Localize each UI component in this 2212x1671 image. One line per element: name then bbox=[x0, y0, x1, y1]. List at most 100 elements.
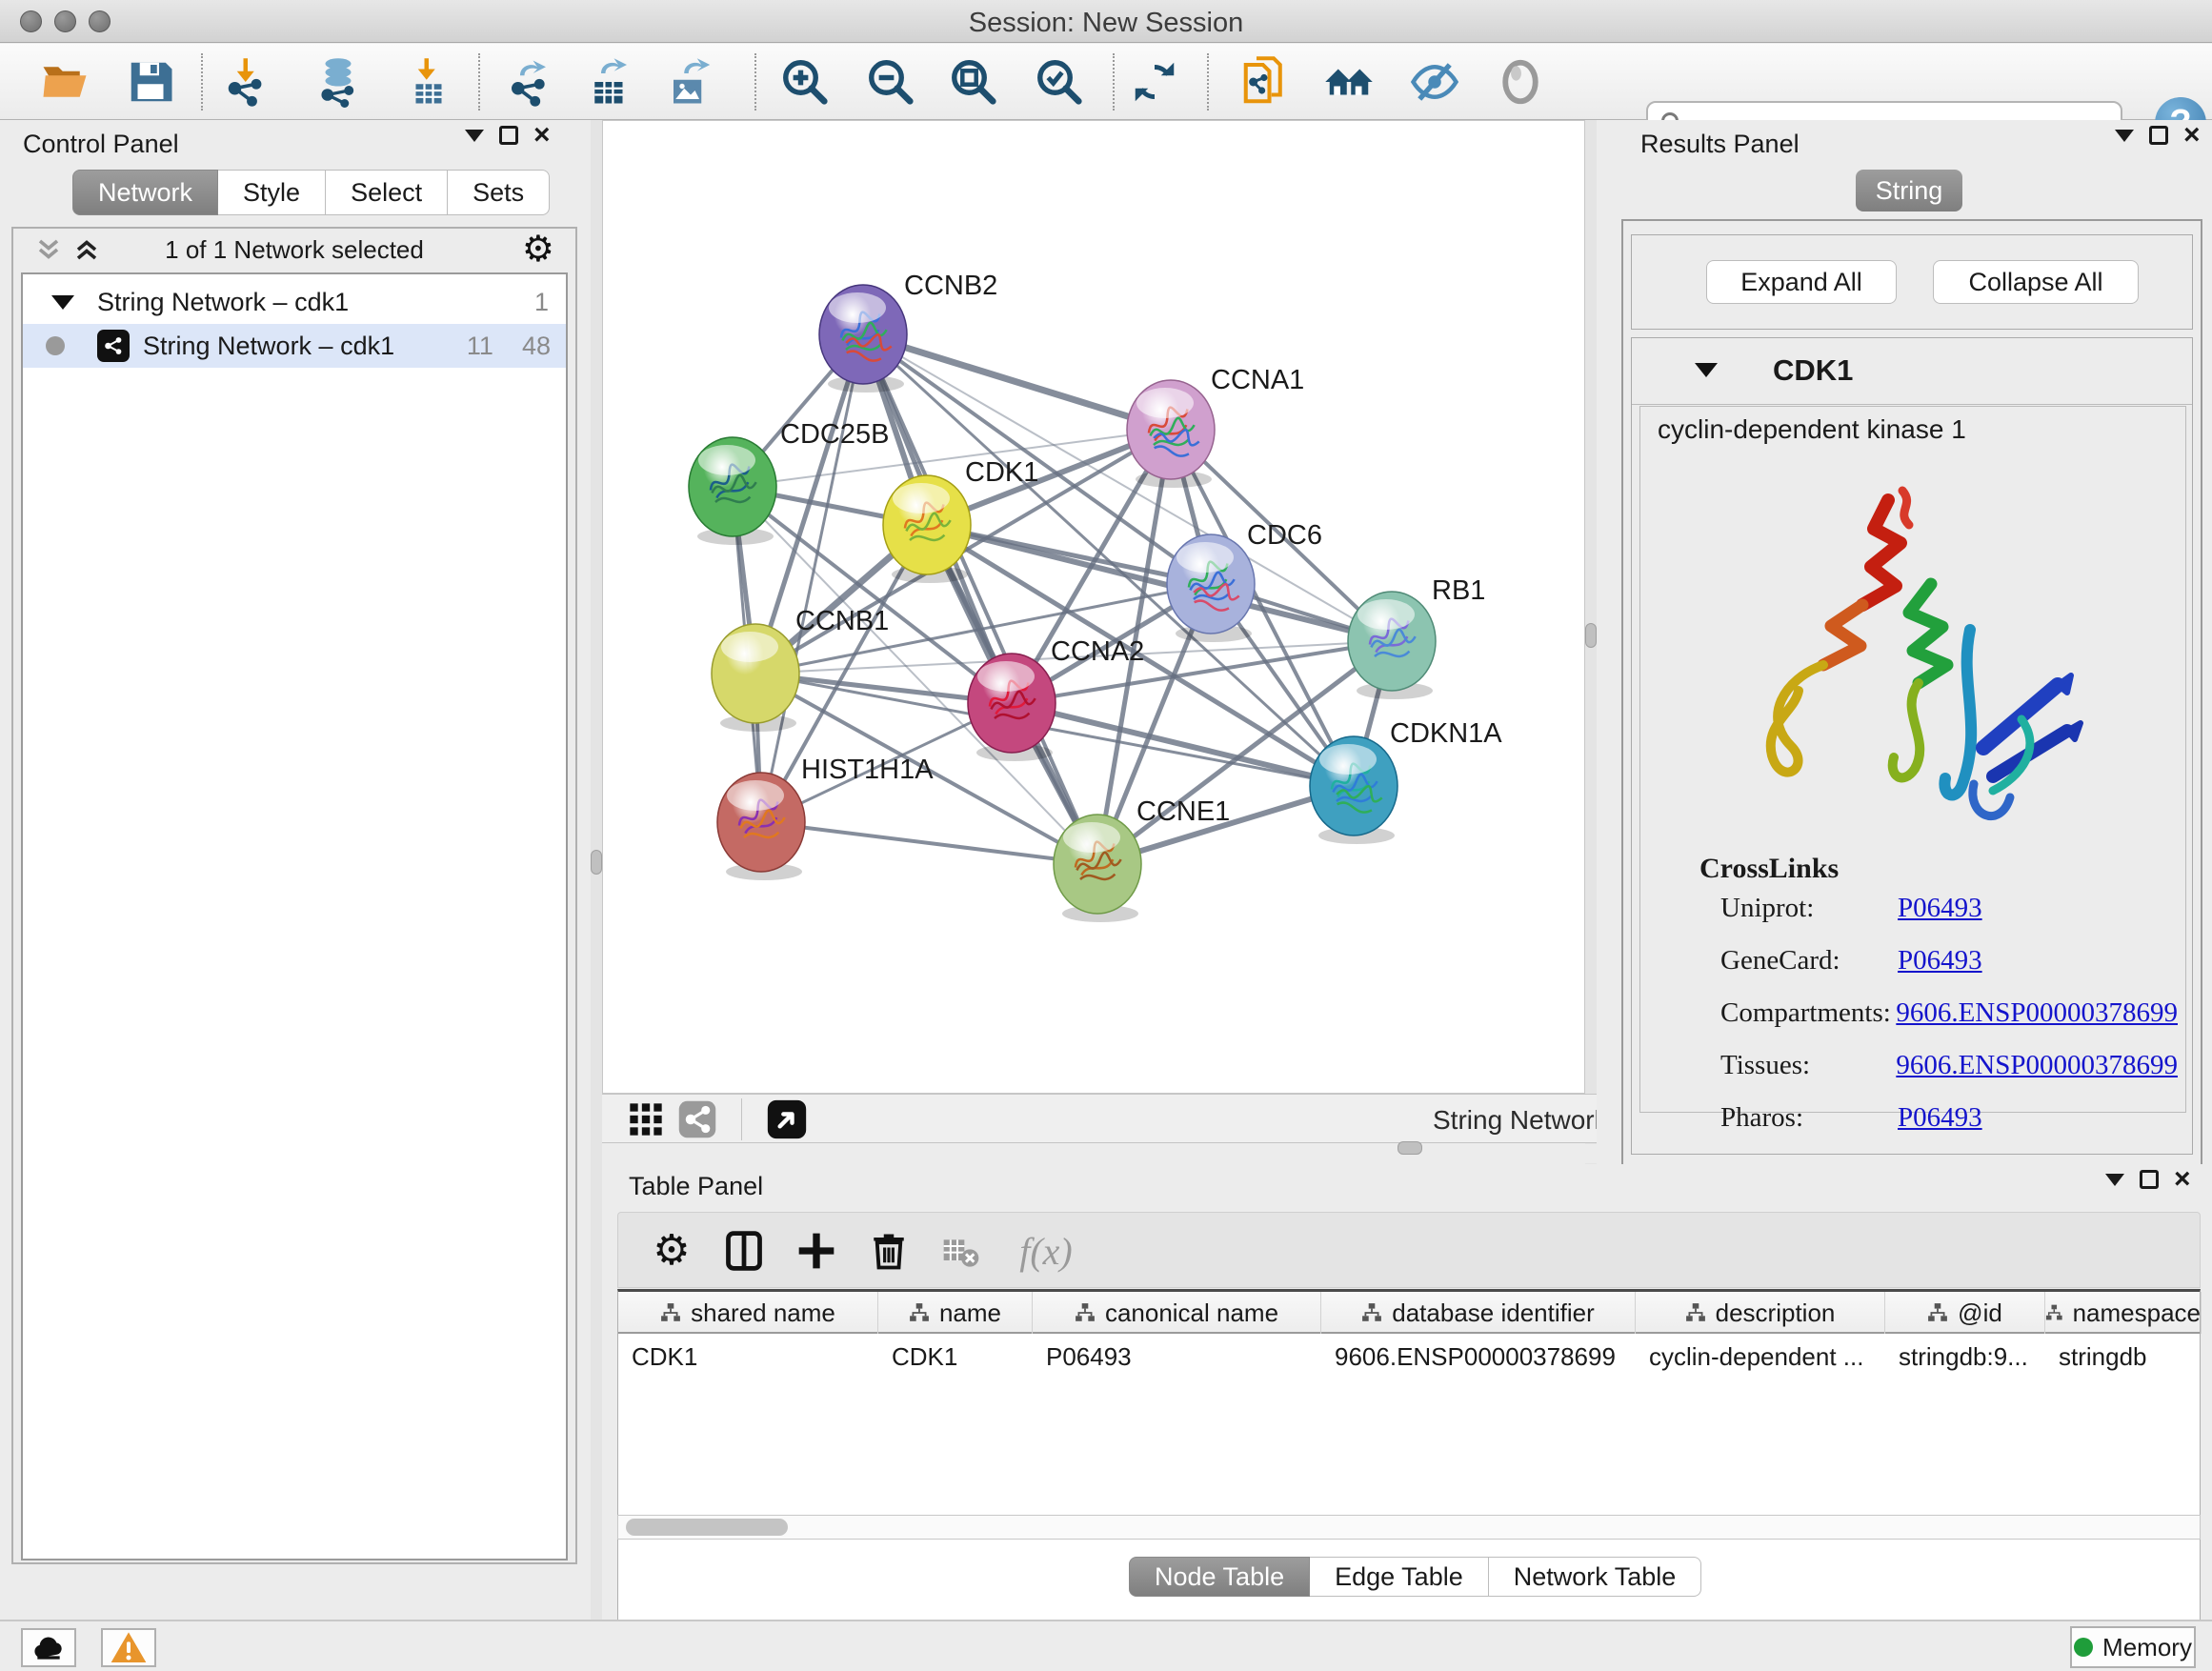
network-share-icon[interactable] bbox=[671, 1093, 724, 1146]
cloud-button[interactable] bbox=[21, 1628, 76, 1667]
export-image-icon[interactable] bbox=[664, 55, 717, 109]
crosslink-link[interactable]: 9606.ENSP00000378699 bbox=[1896, 1050, 2178, 1081]
node-label-CCNE1: CCNE1 bbox=[1136, 796, 1230, 827]
toolbar-separator bbox=[478, 53, 480, 111]
node-CCNB1[interactable] bbox=[712, 624, 799, 732]
grid-view-icon[interactable] bbox=[619, 1093, 673, 1146]
network-row-selected[interactable]: String Network – cdk1 11 48 bbox=[23, 324, 566, 368]
node-CCNA1[interactable] bbox=[1127, 380, 1215, 488]
zoom-fit-icon[interactable] bbox=[947, 55, 1000, 109]
splitter-handle[interactable] bbox=[591, 850, 602, 875]
crosslink-link[interactable]: P06493 bbox=[1898, 893, 1982, 924]
table-panel-controls: × bbox=[2105, 1170, 2191, 1189]
hide-panels-eye-icon[interactable] bbox=[1408, 55, 1461, 109]
panel-menu-icon[interactable] bbox=[2115, 130, 2134, 142]
network-canvas[interactable]: CCNB2CCNA1CDC25BCDK1CDC6RB1CCNB1CCNA2CDK… bbox=[602, 120, 1585, 1094]
column-header-name[interactable]: name bbox=[878, 1292, 1033, 1334]
node-RB1[interactable] bbox=[1348, 592, 1436, 699]
expand-all-button[interactable]: Expand All bbox=[1706, 260, 1897, 304]
export-table-icon[interactable] bbox=[583, 55, 636, 109]
zoom-out-icon[interactable] bbox=[864, 55, 917, 109]
tab-node-table[interactable]: Node Table bbox=[1129, 1557, 1310, 1597]
tab-style[interactable]: Style bbox=[218, 170, 326, 215]
open-session-icon[interactable] bbox=[38, 55, 91, 109]
protein-section-header[interactable]: CDK1 bbox=[1632, 338, 2192, 405]
tab-edge-table[interactable]: Edge Table bbox=[1310, 1557, 1489, 1597]
network-collection-row[interactable]: String Network – cdk1 1 bbox=[23, 280, 566, 324]
edge-HIST1H1A-CCNE1[interactable] bbox=[761, 822, 1097, 864]
column-header-namespace[interactable]: namespace bbox=[2045, 1292, 2202, 1334]
table-row[interactable]: CDK1CDK1P064939606.ENSP00000378699cyclin… bbox=[618, 1336, 2200, 1378]
panel-menu-icon[interactable] bbox=[465, 130, 484, 142]
add-column-icon[interactable] bbox=[790, 1224, 843, 1278]
tab-network[interactable]: Network bbox=[72, 170, 218, 215]
save-session-icon[interactable] bbox=[124, 55, 177, 109]
zoom-selected-icon[interactable] bbox=[1033, 55, 1086, 109]
home-icon[interactable] bbox=[1322, 55, 1376, 109]
panel-float-icon[interactable] bbox=[499, 126, 518, 145]
panel-menu-icon[interactable] bbox=[2105, 1174, 2124, 1186]
cell-namespace[interactable]: stringdb bbox=[2045, 1336, 2202, 1378]
toolbar-separator bbox=[754, 53, 756, 111]
memory-button[interactable]: Memory bbox=[2070, 1626, 2196, 1668]
warning-icon bbox=[110, 1629, 148, 1667]
cell-canonical-name[interactable]: P06493 bbox=[1033, 1336, 1321, 1378]
panel-close-icon[interactable]: × bbox=[533, 126, 551, 145]
left-splitter[interactable] bbox=[591, 120, 602, 1620]
column-header-canonical-name[interactable]: canonical name bbox=[1033, 1292, 1321, 1334]
zoom-in-icon[interactable] bbox=[778, 55, 832, 109]
table-hscrollbar[interactable] bbox=[617, 1515, 2201, 1540]
table-settings-gear-icon[interactable]: ⚙ bbox=[645, 1224, 698, 1278]
import-string-file-icon[interactable] bbox=[1238, 55, 1292, 109]
gear-icon[interactable]: ⚙ bbox=[522, 232, 554, 268]
right-splitter[interactable] bbox=[1585, 120, 1597, 1164]
crosslink-link[interactable]: 9606.ENSP00000378699 bbox=[1896, 997, 2178, 1029]
column-header-description[interactable]: description bbox=[1636, 1292, 1885, 1334]
export-network-icon[interactable] bbox=[502, 55, 555, 109]
tab-sets[interactable]: Sets bbox=[448, 170, 550, 215]
memory-label: Memory bbox=[2102, 1633, 2192, 1662]
cell-name[interactable]: CDK1 bbox=[878, 1336, 1033, 1378]
delete-column-trash-icon[interactable] bbox=[862, 1224, 915, 1278]
cell--id[interactable]: stringdb:9... bbox=[1885, 1336, 2045, 1378]
scrollbar-thumb[interactable] bbox=[626, 1519, 788, 1536]
collapse-all-button[interactable]: Collapse All bbox=[1933, 260, 2139, 304]
node-CDC25B[interactable] bbox=[689, 437, 776, 545]
node-CCNE1[interactable] bbox=[1054, 815, 1141, 922]
preview-eye-icon bbox=[1494, 55, 1547, 109]
section-collapse-icon[interactable] bbox=[1695, 363, 1718, 377]
crosslink-link[interactable]: P06493 bbox=[1898, 945, 1982, 976]
crosslink-link[interactable]: P06493 bbox=[1898, 1102, 1982, 1134]
show-columns-icon[interactable] bbox=[717, 1224, 771, 1278]
tab-network-table[interactable]: Network Table bbox=[1489, 1557, 1702, 1597]
panel-float-icon[interactable] bbox=[2140, 1170, 2159, 1189]
refresh-icon[interactable] bbox=[1128, 55, 1181, 109]
birds-eye-view-icon[interactable] bbox=[760, 1093, 814, 1146]
cell-database-identifier[interactable]: 9606.ENSP00000378699 bbox=[1321, 1336, 1636, 1378]
edge-CCNB2-CCNA1[interactable] bbox=[863, 334, 1171, 430]
import-table-file-icon[interactable] bbox=[402, 55, 455, 109]
import-network-file-icon[interactable] bbox=[221, 55, 274, 109]
node-HIST1H1A[interactable] bbox=[717, 773, 805, 880]
splitter-handle[interactable] bbox=[1585, 623, 1597, 648]
column-header--id[interactable]: @id bbox=[1885, 1292, 2045, 1334]
warnings-button[interactable] bbox=[101, 1628, 156, 1667]
panel-float-icon[interactable] bbox=[2149, 126, 2168, 145]
cell-description[interactable]: cyclin-dependent ... bbox=[1636, 1336, 1885, 1378]
node-label-CCNB1: CCNB1 bbox=[795, 606, 889, 636]
network-graph[interactable]: CCNB2CCNA1CDC25BCDK1CDC6RB1CCNB1CCNA2CDK… bbox=[603, 121, 1584, 1093]
column-header-shared-name[interactable]: shared name bbox=[618, 1292, 878, 1334]
import-network-database-icon[interactable] bbox=[312, 55, 365, 109]
column-header-database-identifier[interactable]: database identifier bbox=[1321, 1292, 1636, 1334]
splitter-handle[interactable] bbox=[1398, 1141, 1422, 1155]
tree-expand-icon[interactable] bbox=[51, 295, 74, 310]
panel-close-icon[interactable]: × bbox=[2174, 1170, 2191, 1189]
node-CDKN1A[interactable] bbox=[1310, 736, 1398, 844]
tab-string[interactable]: String bbox=[1856, 170, 1962, 211]
node-CCNB2[interactable] bbox=[819, 285, 907, 393]
cell-shared-name[interactable]: CDK1 bbox=[618, 1336, 878, 1378]
crosslink-row: Tissues:9606.ENSP00000378699 bbox=[1720, 1050, 2178, 1081]
node-label-RB1: RB1 bbox=[1432, 575, 1485, 606]
panel-close-icon[interactable]: × bbox=[2183, 126, 2201, 145]
tab-select[interactable]: Select bbox=[326, 170, 448, 215]
